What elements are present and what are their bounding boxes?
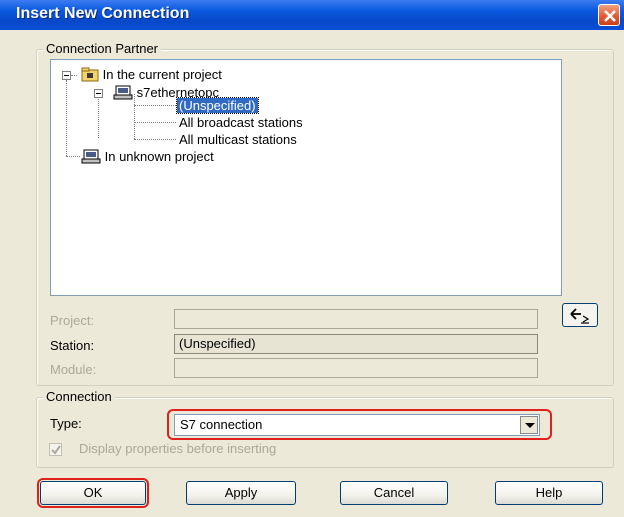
tree-item-label: In unknown project bbox=[104, 149, 214, 164]
highlight-outline bbox=[167, 409, 552, 440]
tree-line bbox=[71, 75, 77, 76]
tree-line bbox=[134, 105, 176, 106]
tree-line bbox=[134, 94, 135, 139]
tree-line bbox=[134, 139, 176, 140]
address-book-icon bbox=[570, 308, 590, 324]
tree-item-unspecified[interactable]: (Unspecified) bbox=[176, 97, 259, 114]
type-label: Type: bbox=[50, 416, 82, 431]
window-title: Insert New Connection bbox=[16, 5, 190, 22]
tree-item-broadcast[interactable]: All broadcast stations bbox=[179, 115, 303, 130]
tree-item-current-project[interactable]: In the current project bbox=[81, 67, 222, 82]
folder-project-icon bbox=[81, 67, 99, 82]
help-button[interactable]: Help bbox=[495, 481, 603, 505]
station-icon bbox=[113, 85, 133, 100]
module-label: Module: bbox=[50, 362, 97, 377]
tree-item-label: All multicast stations bbox=[179, 132, 297, 147]
tree-line bbox=[98, 94, 99, 138]
close-icon bbox=[604, 10, 616, 22]
tree-item-unknown-project[interactable]: In unknown project bbox=[81, 149, 214, 164]
connection-partner-label: Connection Partner bbox=[43, 41, 162, 56]
tree-item-label: (Unspecified) bbox=[176, 97, 259, 114]
tree-item-label: All broadcast stations bbox=[179, 115, 303, 130]
display-properties-checkbox[interactable] bbox=[49, 443, 62, 456]
tree-item-label: In the current project bbox=[102, 67, 222, 82]
cancel-button[interactable]: Cancel bbox=[340, 481, 448, 505]
address-book-button[interactable] bbox=[562, 303, 598, 327]
partner-tree[interactable]: In the current project s7ethernetopc (Un… bbox=[50, 59, 562, 296]
tree-item-multicast[interactable]: All multicast stations bbox=[179, 132, 297, 147]
station-icon bbox=[81, 149, 101, 164]
collapse-toggle[interactable] bbox=[62, 71, 71, 80]
tree-line bbox=[66, 156, 80, 157]
apply-button[interactable]: Apply bbox=[186, 481, 296, 505]
tree-line bbox=[66, 80, 67, 156]
display-properties-label: Display properties before inserting bbox=[79, 441, 277, 456]
module-field bbox=[174, 358, 538, 378]
project-label: Project: bbox=[50, 313, 95, 328]
project-field bbox=[174, 309, 538, 329]
highlight-outline bbox=[37, 478, 149, 508]
collapse-toggle[interactable] bbox=[94, 89, 103, 98]
title-bar[interactable]: Insert New Connection bbox=[0, 0, 624, 30]
station-field: (Unspecified) bbox=[174, 334, 538, 354]
close-button[interactable] bbox=[598, 4, 620, 26]
checkmark-icon bbox=[51, 445, 61, 455]
connection-label: Connection bbox=[43, 389, 115, 404]
tree-line bbox=[134, 122, 176, 123]
station-label: Station: bbox=[50, 338, 95, 353]
